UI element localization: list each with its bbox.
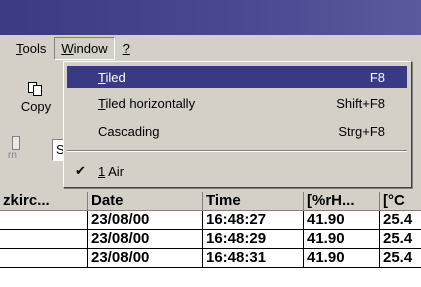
table-cell: 16:48:29: [203, 230, 304, 249]
window-menu-dropdown: Tiled F8 Tiled horizontally Shift+F8 Cas…: [63, 61, 412, 188]
table-cell: 23/08/00: [88, 211, 203, 230]
copy-button[interactable]: Copy: [12, 82, 60, 114]
table-cell: 41.90: [304, 249, 380, 268]
copy-icon: [28, 82, 44, 96]
column-header[interactable]: Time: [203, 192, 304, 211]
menu-item-tiled-shortcut: F8: [369, 69, 385, 85]
title-bar: [0, 0, 421, 35]
toolbar-small-text: rn: [8, 150, 17, 161]
table-cell: 25.4: [380, 230, 421, 249]
table-cell: 16:48:27: [203, 211, 304, 230]
table-cell: 16:48:31: [203, 249, 304, 268]
column-header[interactable]: zkirc...: [0, 192, 88, 211]
menu-tools[interactable]: Tools: [10, 38, 52, 59]
table-cell: 23/08/00: [88, 249, 203, 268]
menu-item-cascading[interactable]: Cascading Strg+F8: [67, 120, 407, 142]
menu-item-tiled[interactable]: Tiled F8: [67, 66, 407, 88]
scroll-stub[interactable]: [12, 136, 20, 150]
column-header[interactable]: [%rH...: [304, 192, 380, 211]
menu-window[interactable]: Window: [54, 36, 115, 60]
table-row[interactable]: 23/08/00 16:48:31 41.90 25.4: [0, 249, 421, 268]
table-cell: 41.90: [304, 230, 380, 249]
menu-window-mnemonic: W: [61, 40, 74, 56]
checkmark-icon: ✔: [75, 163, 86, 178]
table-cell: 25.4: [380, 211, 421, 230]
menu-item-window-1-air-label: 1 Air: [98, 163, 125, 179]
menu-item-window-1-air[interactable]: ✔ 1 Air: [67, 160, 407, 182]
table-cell: 41.90: [304, 211, 380, 230]
menu-item-cascading-label: Cascading: [98, 123, 160, 139]
column-header[interactable]: [°C: [380, 192, 421, 211]
table-header-row: zkirc... Date Time [%rH... [°C: [0, 192, 421, 211]
menu-item-tiled-horizontally-label: Tiled horizontally: [98, 95, 196, 111]
menu-tools-label: ools: [22, 40, 47, 56]
menu-bar: Tools Window ?: [0, 35, 421, 61]
table-row[interactable]: 23/08/00 16:48:27 41.90 25.4: [0, 211, 421, 230]
table-cell: [0, 230, 88, 249]
menu-help-label: ?: [122, 40, 130, 56]
copy-button-label: Copy: [20, 99, 52, 114]
data-table: zkirc... Date Time [%rH... [°C 23/08/00 …: [0, 192, 421, 287]
table-cell: 23/08/00: [88, 230, 203, 249]
menu-item-tiled-horizontally[interactable]: Tiled horizontally Shift+F8: [67, 92, 407, 114]
menu-item-tiled-horizontally-shortcut: Shift+F8: [336, 95, 385, 111]
menu-item-tiled-label: Tiled: [98, 69, 126, 85]
column-header[interactable]: Date: [88, 192, 203, 211]
menu-window-label: indow: [73, 40, 108, 56]
table-cell: [0, 249, 88, 268]
table-row[interactable]: 23/08/00 16:48:29 41.90 25.4: [0, 230, 421, 249]
table-cell: 25.4: [380, 249, 421, 268]
menu-separator: [67, 150, 407, 152]
table-cell: [0, 211, 88, 230]
menu-help[interactable]: ?: [117, 38, 136, 59]
menu-item-cascading-shortcut: Strg+F8: [338, 123, 385, 139]
